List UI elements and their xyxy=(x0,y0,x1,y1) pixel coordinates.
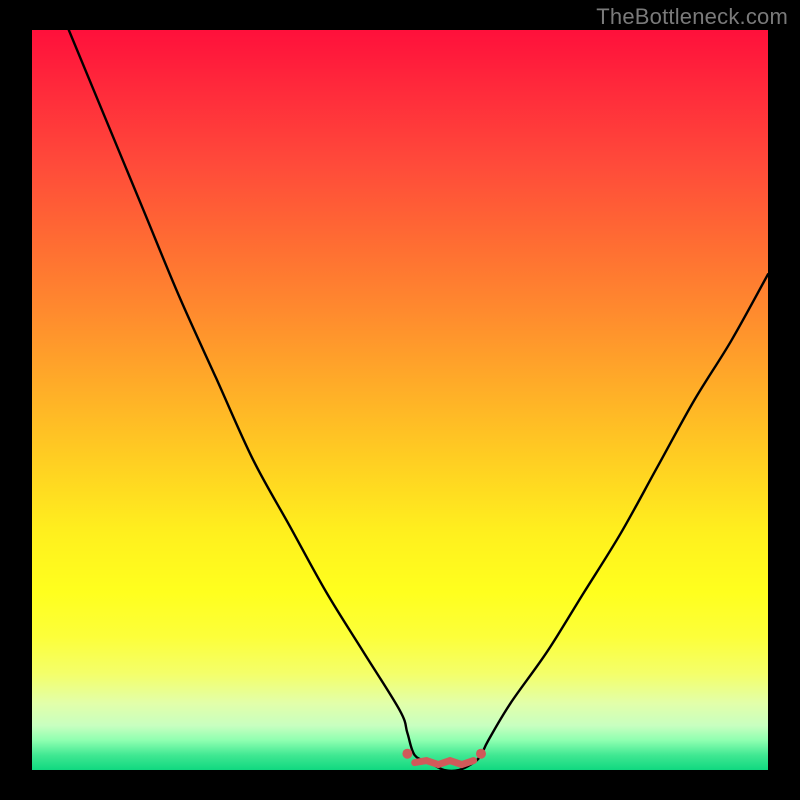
plot-area xyxy=(32,30,768,770)
bottom-marker-segment xyxy=(415,761,474,765)
watermark-text: TheBottleneck.com xyxy=(596,4,788,30)
bottom-marker-right-dot xyxy=(476,749,486,759)
chart-svg xyxy=(32,30,768,770)
chart-frame: TheBottleneck.com xyxy=(0,0,800,800)
bottom-marker-left-dot xyxy=(402,749,412,759)
bottleneck-curve xyxy=(69,30,768,770)
